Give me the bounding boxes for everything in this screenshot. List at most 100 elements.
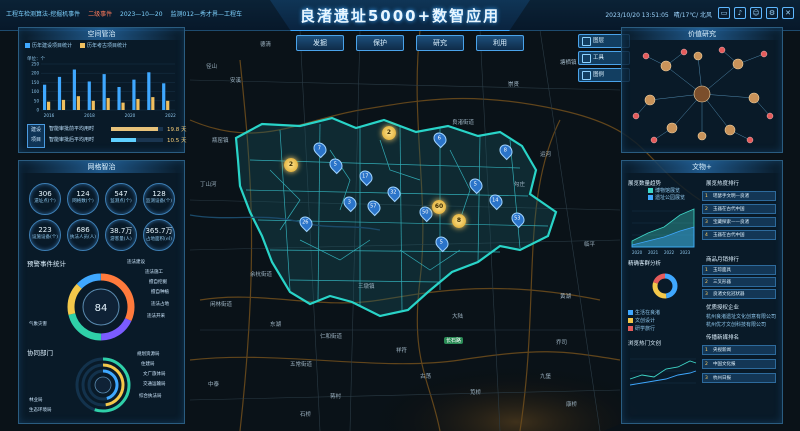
construction-project-button[interactable]: 建设 项目 <box>27 124 45 148</box>
section-title: 展览热度排行 <box>706 181 740 187</box>
donut-label: 交通运输局 <box>143 382 166 387</box>
monitor-icon[interactable]: ▭ <box>718 7 730 19</box>
main-nav: 发掘 保护 研究 利用 <box>296 35 524 51</box>
departments-ring-chart <box>75 357 131 413</box>
event-ticker[interactable]: 工程车检测算法-挖掘机事件 二级事件 2023—10—20 监测012—秀才界—… <box>6 9 248 18</box>
avg-row: 智能审批前平均用时 19.8 天 <box>49 126 187 133</box>
donut-label: 违法占地 <box>151 302 169 307</box>
donut-label: 综合执法局 <box>139 394 162 399</box>
section-title: 预警事件统计 <box>27 260 66 268</box>
ticker-item: 监测012—秀才界—工程车 <box>170 11 242 18</box>
knowledge-graph[interactable] <box>626 42 778 148</box>
goods-rank-item[interactable]: 2 三叉形器 <box>702 277 776 287</box>
map-town-label: 崇贤 <box>508 82 520 88</box>
x-tick-label: 2016 <box>44 113 55 118</box>
legend-item: 历年建设项目统计 <box>25 42 72 49</box>
map-warning-pin[interactable]: 2 <box>284 158 298 172</box>
media-rank-item[interactable]: 1 央视新闻 <box>702 345 776 355</box>
donut-label: 规划资源局 <box>137 352 160 357</box>
bar <box>47 101 51 110</box>
stat-circle: 128 监测设备(个) <box>143 183 175 215</box>
bar <box>136 98 140 110</box>
svg-text:2023: 2023 <box>680 250 691 255</box>
bar <box>91 100 95 110</box>
rank-item[interactable]: 1 瑶瑟手文明—良渚 <box>702 191 776 201</box>
map-warning-pin[interactable]: 2 <box>382 126 396 140</box>
map-town-label: 闲林街道 <box>210 302 233 308</box>
panel-title: 文物+ <box>622 161 782 173</box>
bar <box>72 69 76 110</box>
nav-button-protect[interactable]: 保护 <box>356 35 404 51</box>
nav-button-utilize[interactable]: 利用 <box>476 35 524 51</box>
exhibition-trend-chart: 2020 2021 2022 2023 <box>631 208 695 255</box>
bar <box>43 84 47 110</box>
x-tick-label: 2022 <box>165 113 176 118</box>
stat-circle: 547 监测点(个) <box>105 183 137 215</box>
bar <box>87 81 91 110</box>
goods-rank-item[interactable]: 3 良渚文化冠状器 <box>702 289 776 299</box>
bar <box>61 99 66 110</box>
rank-item[interactable]: 4 玉器在古代中国 <box>702 230 776 240</box>
rank-item[interactable]: 3 宝藏探索——良渚 <box>702 217 776 227</box>
page-title: 良渚遗址5000+数智应用 <box>299 7 501 25</box>
map-warning-pin[interactable]: 60 <box>432 200 446 214</box>
nav-button-excavate[interactable]: 发掘 <box>296 35 344 51</box>
stat-circle: 124 网格数(个) <box>67 183 99 215</box>
svg-text:2022: 2022 <box>664 250 675 255</box>
donut-label: 擅自挖掘 <box>149 280 167 285</box>
weather: 晴/17℃/ 北风 <box>673 12 712 19</box>
rank-item[interactable]: 2 玉器在古代中国 <box>702 204 776 214</box>
projects-bar-chart: 单位：个 250200150100500 2016 2018 2020 2022 <box>27 55 176 118</box>
user-icon[interactable]: ☺ <box>750 7 762 19</box>
legend-item: 历年考古项目统计 <box>80 42 127 49</box>
settings-icon[interactable]: ⚙ <box>766 7 778 19</box>
media-rank-item[interactable]: 3 杭州日报 <box>702 373 776 383</box>
legend-icon <box>582 71 591 80</box>
bar <box>57 76 62 110</box>
nav-button-research[interactable]: 研究 <box>416 35 464 51</box>
donut-label: 擅自种植 <box>151 290 169 295</box>
stat-circle: 686 执法人员(人) <box>67 219 99 251</box>
map-town-label: 勾庄 <box>514 182 526 188</box>
bar <box>162 83 166 110</box>
close-icon[interactable]: ✕ <box>782 7 794 19</box>
map-town-label: 瓶窑镇 <box>212 138 229 144</box>
section-title: 优质授权企业 <box>706 305 740 311</box>
map-town-label: 蒋村 <box>330 394 342 400</box>
map-town-label: 康桥 <box>566 402 578 408</box>
bar <box>166 100 170 110</box>
map-town-label: 临平 <box>584 242 596 248</box>
goods-rank-item[interactable]: 1 玉琮面具 <box>702 265 776 275</box>
bar <box>76 96 80 110</box>
ticker-item: 工程车检测算法-挖掘机事件 <box>6 11 81 18</box>
cultural-relics-panel: 文物+ 展览数量趋势 博物馆展览 遗址公园展览 2020 2021 2022 2… <box>621 160 783 424</box>
map-town-label: 笕桥 <box>470 390 482 396</box>
panel-title: 网格智治 <box>19 161 184 173</box>
bar <box>121 102 125 110</box>
map-town-label: 祥符 <box>396 348 408 354</box>
map-town-label: 运河 <box>540 152 552 158</box>
donut-label: 违法建设 <box>127 260 145 265</box>
media-rank-item[interactable]: 2 中国文化报 <box>702 359 776 369</box>
legend-item: 博物馆展览 <box>648 187 680 194</box>
dashboard-root: 瓶窑镇 良渚街道 仁和街道 余杭街道 闲林街道 五常街道 勾庄 安溪 大陆 三墩… <box>0 0 800 431</box>
y-tick-label: 150 <box>31 80 39 85</box>
section-title: 展览数量趋势 <box>628 181 662 187</box>
legend-item: 研学旅行 <box>628 325 655 332</box>
ticker-item: 二级事件 <box>88 11 113 18</box>
bell-icon[interactable]: ♪ <box>734 7 746 19</box>
map-town-label: 径山 <box>206 64 218 70</box>
donut-label: 违法开采 <box>147 314 165 319</box>
bar <box>151 97 155 110</box>
bar <box>106 98 110 110</box>
map-town-label: 塘栖镇 <box>560 60 577 66</box>
company-item: 杭州优才文创科技有限公司 <box>706 322 767 328</box>
warning-total: 84 <box>95 303 108 314</box>
y-tick-label: 250 <box>31 62 39 67</box>
y-tick-label: 0 <box>36 108 39 113</box>
map-town-label: 黄湖 <box>560 294 572 300</box>
grid-governance-panel: 网格智治 306 遗址点(个) 124 网格数(个) 547 监测点(个) 128 监测… <box>18 160 185 424</box>
legend-item: 生活在良渚 <box>628 309 660 316</box>
map-warning-pin[interactable]: 8 <box>452 214 466 228</box>
title-banner: 良渚遗址5000+数智应用 <box>270 0 530 31</box>
